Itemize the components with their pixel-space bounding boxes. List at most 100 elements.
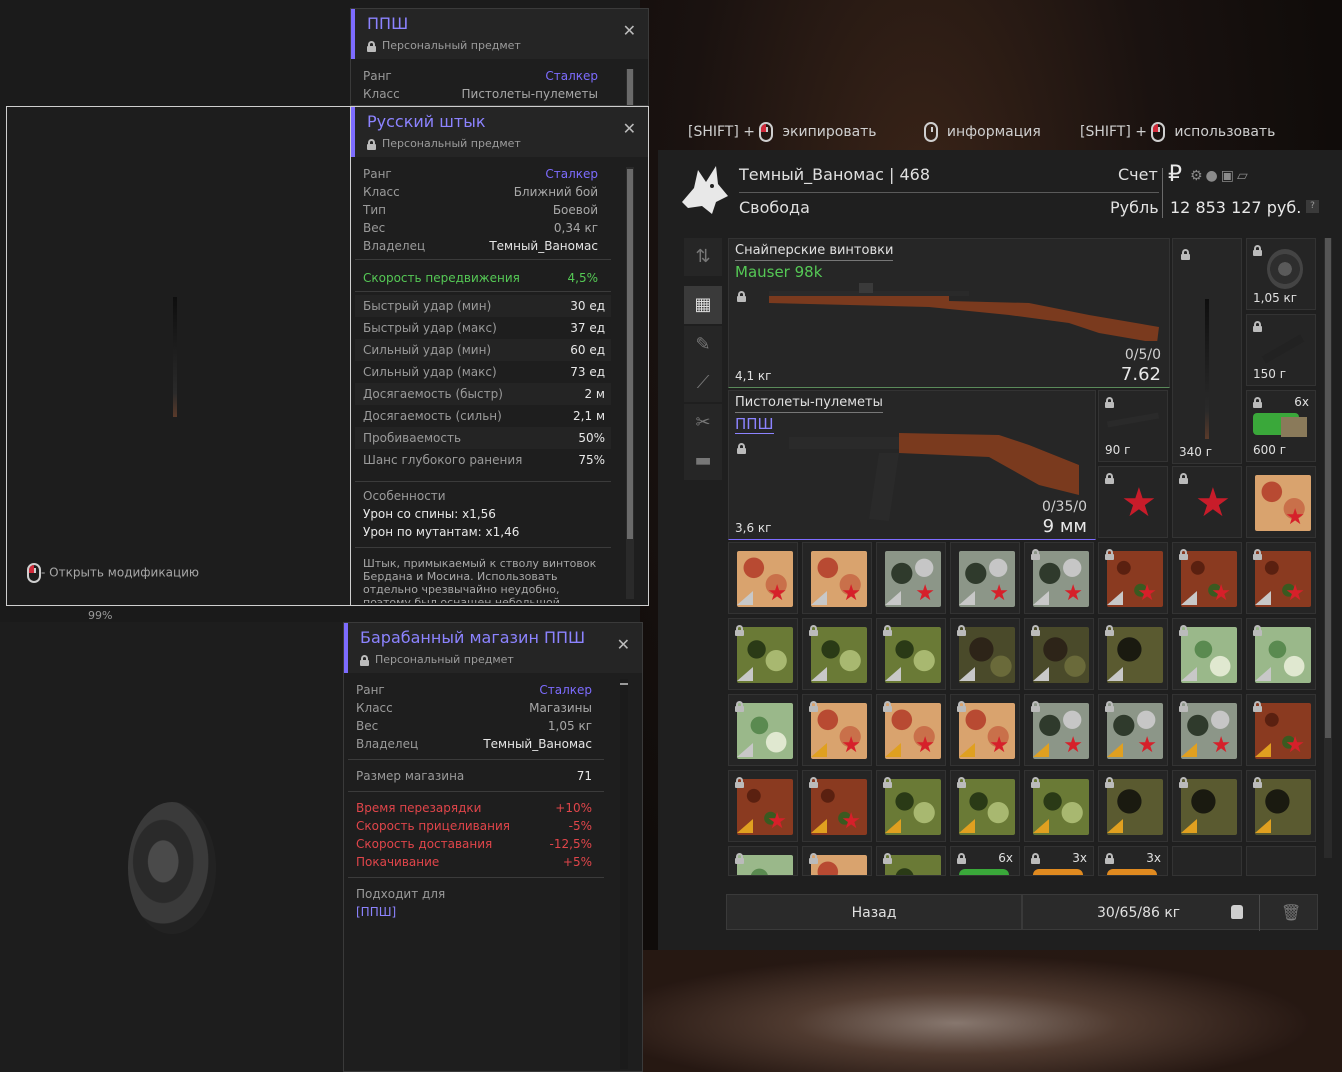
item-star-patch[interactable]: ★ [1098,466,1168,538]
feature-back-damage: Урон со спины: x1,56 [363,507,496,521]
lock-icon [737,291,746,302]
inventory-cell[interactable] [876,618,946,690]
inventory-cell[interactable] [728,846,798,876]
item-ppsh[interactable]: Пистолеты-пулеметы ППШ 3,6 кг 0/35/0 9 м… [728,390,1096,540]
inventory-cell[interactable] [1024,770,1094,842]
faction-wolf-icon [676,162,732,216]
item-rail-2[interactable]: 90 г [1098,390,1168,462]
inventory-cell[interactable]: ★ [876,542,946,614]
inventory-cell[interactable]: ★ [802,694,872,766]
sort-button[interactable]: ⇅ [684,238,722,276]
lock-icon [1253,549,1262,560]
inventory-cell[interactable] [1098,770,1168,842]
lock-icon [957,853,966,864]
mouse-icon [924,122,938,142]
scrollbar[interactable] [626,167,634,599]
weight-label: Вес [363,221,386,235]
fits-label: Подходит для [356,887,446,901]
empty-cell[interactable] [1246,846,1316,876]
scrollbar[interactable] [620,679,628,1069]
speed-value: 4,5% [567,271,599,285]
item-image [1107,869,1157,875]
inventory-cell[interactable] [1172,618,1242,690]
lock-icon [735,777,744,788]
ammo-count: 0/5/0 [1124,347,1161,363]
inventory-cell[interactable] [1246,770,1316,842]
empty-cell[interactable] [1172,846,1242,876]
lock-icon [1031,777,1040,788]
item-box[interactable]: 6x 600 г [1246,390,1316,462]
inventory-cell[interactable] [876,770,946,842]
currency-icons[interactable]: ⚙●▣▱ [1190,168,1251,184]
inventory-cell[interactable]: ★ [1172,542,1242,614]
inventory-cell[interactable]: ★ [728,542,798,614]
item-star-patch[interactable]: ★ [1172,466,1242,538]
close-button[interactable]: ✕ [623,119,636,138]
inventory-cell[interactable]: ★ [802,770,872,842]
item-description: Штык, примыкаемый к стволу винтовок Берд… [363,557,597,603]
item-bayonet[interactable]: 340 г [1172,238,1242,464]
ruble-icon[interactable]: ₽ [1168,162,1182,187]
inventory-cell[interactable]: ★ [1172,694,1242,766]
inventory-cell[interactable] [1172,770,1242,842]
item-mauser[interactable]: Снайперские винтовки Mauser 98k 4,1 кг 0… [728,238,1170,388]
fits-link[interactable]: [ППШ] [356,905,396,919]
penalty-value: +10% [555,801,592,815]
item-rail[interactable]: 150 г [1246,314,1316,386]
inventory-cell[interactable] [1098,618,1168,690]
lock-icon [1179,625,1188,636]
tooltip-title: Русский штык [367,112,486,131]
back-button[interactable]: Назад [726,894,1022,930]
tab-knife[interactable]: ⟋ [684,364,722,402]
inventory-cell[interactable]: ★ [950,542,1020,614]
inventory-cell[interactable] [950,618,1020,690]
penalty-label: Время перезарядки [356,801,482,815]
lock-icon [1105,397,1114,408]
close-button[interactable]: ✕ [617,635,630,654]
item-drum-magazine[interactable]: 1,05 кг [1246,238,1316,310]
inventory-cell[interactable]: ★ [802,542,872,614]
inventory-cell[interactable]: ★ [1246,542,1316,614]
scrollbar[interactable] [626,69,634,105]
close-button[interactable]: ✕ [623,21,636,40]
inventory-cell[interactable]: ★ [1024,542,1094,614]
inventory-scrollbar[interactable] [1324,238,1332,858]
item-camo[interactable]: ★ [1246,466,1316,538]
mag-size-label: Размер магазина [356,769,465,783]
help-button[interactable]: ? [1306,200,1319,213]
inventory-cell[interactable] [802,846,872,876]
tab-storage[interactable]: ▬ [684,442,722,480]
lock-icon [1181,249,1190,260]
tab-tools[interactable]: ✂ [684,404,722,442]
rank-value: Сталкер [545,69,598,83]
inventory-cell[interactable] [1246,618,1316,690]
inventory-cell[interactable] [1024,618,1094,690]
tab-grid[interactable]: ▦ [684,286,722,324]
camo-pattern [811,855,867,875]
tab-weapons[interactable]: ✎ [684,326,722,364]
inventory-cell[interactable]: ★ [1098,542,1168,614]
trash-icon[interactable]: 🗑 [1281,903,1301,922]
inventory-cell[interactable] [728,694,798,766]
inventory-cell[interactable]: ★ [1246,694,1316,766]
player-level: 468 [899,165,931,184]
inventory-cell[interactable]: ★ [1098,694,1168,766]
inventory-cell[interactable] [728,618,798,690]
inventory-cell[interactable]: ★ [876,694,946,766]
inventory-cell[interactable]: 3x [1024,846,1094,876]
inventory-cell[interactable]: ★ [950,694,1020,766]
lock-icon [883,853,892,864]
inventory-cell[interactable]: 6x [950,846,1020,876]
penalty-value: -5% [568,819,592,833]
inventory-cell[interactable] [876,846,946,876]
inventory-cell[interactable]: ★ [1024,694,1094,766]
inventory-cell[interactable] [950,770,1020,842]
class-label: Класс [356,701,393,715]
item-name: ППШ [735,415,774,434]
inventory-cell[interactable] [802,618,872,690]
inventory-cell[interactable]: 3x [1098,846,1168,876]
lock-icon [1105,853,1114,864]
lock-icon [1253,777,1262,788]
star-icon: ★ [767,581,787,606]
inventory-cell[interactable]: ★ [728,770,798,842]
